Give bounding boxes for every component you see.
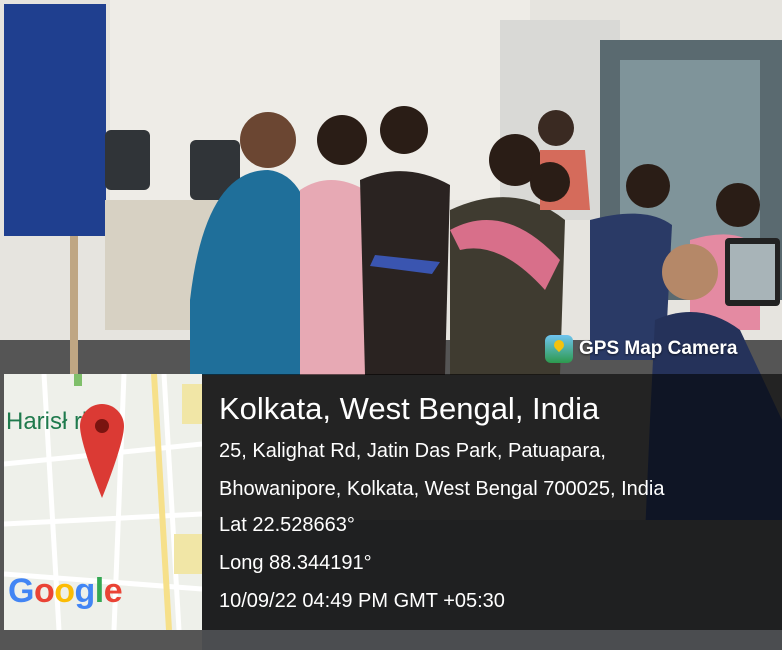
latitude: Lat 22.528663° — [219, 514, 355, 536]
timestamp: 10/09/22 04:49 PM GMT +05:30 — [219, 590, 505, 612]
google-letter: o — [33, 572, 55, 610]
google-letter: g — [74, 572, 96, 610]
location-info-panel: Kolkata, West Bengal, India 25, Kalighat… — [202, 374, 782, 630]
longitude: Long 88.344191° — [219, 552, 372, 574]
map-thumbnail: Harisł rk Google — [4, 374, 202, 630]
gps-map-camera-icon — [545, 335, 573, 363]
photo-stage: GPS Map Camera Harisł rk Google Kolkata,… — [0, 0, 782, 650]
gps-map-camera-label: GPS Map Camera — [579, 338, 738, 359]
address-line-2: Bhowanipore, Kolkata, West Bengal 700025… — [219, 478, 665, 500]
google-letter: o — [54, 572, 75, 610]
address-line-1: 25, Kalighat Rd, Jatin Das Park, Patuapa… — [219, 440, 606, 462]
google-letter: l — [94, 572, 104, 610]
gps-map-camera-badge: GPS Map Camera — [545, 335, 737, 363]
map-pin-icon — [80, 404, 124, 498]
google-letter: G — [8, 572, 34, 610]
google-letter: e — [103, 572, 123, 610]
location-title: Kolkata, West Bengal, India — [219, 391, 600, 426]
google-logo: Google — [8, 572, 123, 611]
